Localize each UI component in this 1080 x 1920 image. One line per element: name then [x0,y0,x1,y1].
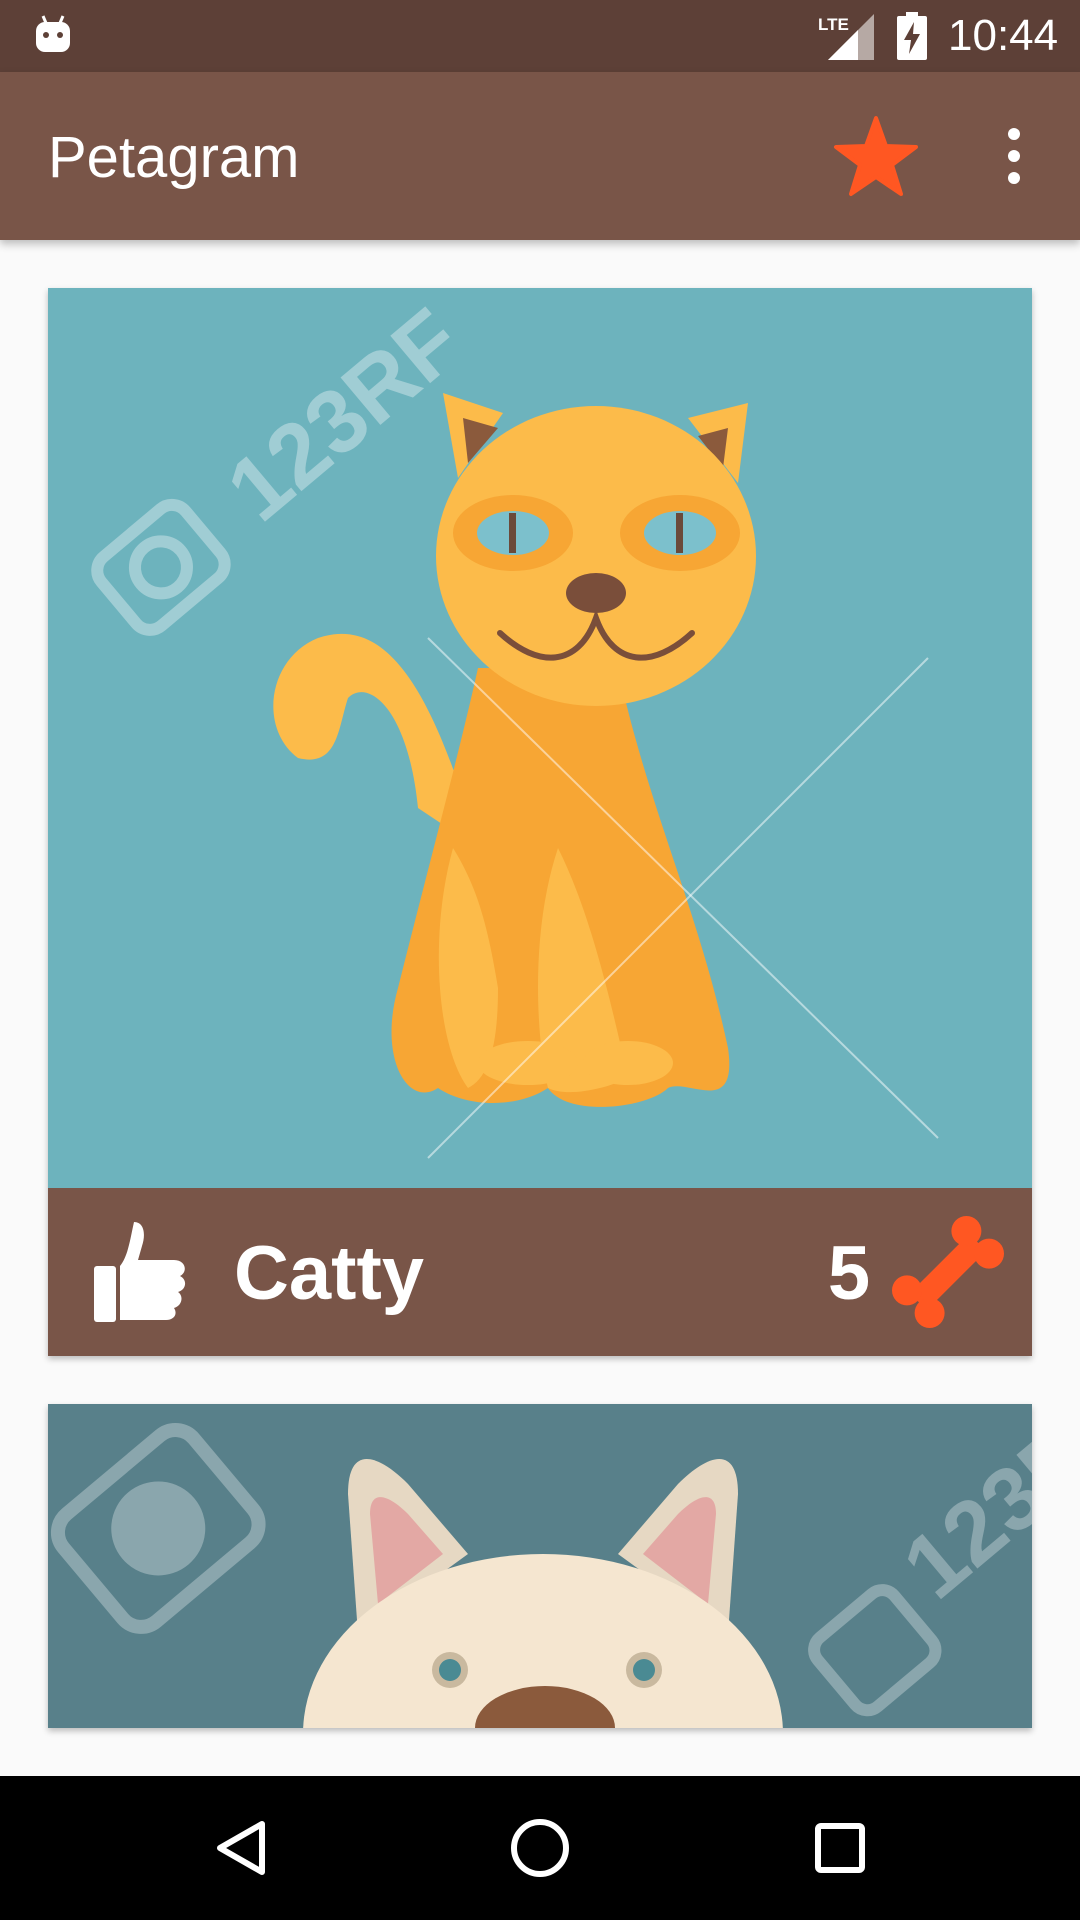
overflow-menu-icon [1008,128,1020,184]
like-button[interactable] [86,1216,196,1326]
app-bar: Petagram [0,72,1080,240]
status-bar: LTE 10:44 [0,0,1080,72]
overflow-menu-button[interactable] [994,124,1034,188]
bone-rating-icon [891,1215,1005,1329]
lte-signal-icon: LTE [818,14,874,60]
pet-photo: 123RF [48,1404,1032,1728]
recents-square-icon [815,1823,865,1873]
pet-card-footer: Catty 5 [48,1188,1032,1356]
navigation-bar [0,1776,1080,1920]
recents-button[interactable] [804,1812,876,1884]
like-count: 5 [827,1231,871,1316]
pet-name: Catty [234,1231,425,1316]
pet-card[interactable]: 123RF [48,288,1032,1356]
battery-charging-icon [896,12,928,60]
cat-illustration: 123RF [48,288,1032,1188]
pet-photo: 123RF [48,288,1032,1188]
bone-icon[interactable] [888,1212,1008,1332]
home-button[interactable] [504,1812,576,1884]
status-clock: 10:44 [948,11,1059,60]
favorites-star-button[interactable] [832,114,920,202]
back-button[interactable] [206,1812,278,1884]
thumbs-up-icon [94,1222,186,1322]
network-label: LTE [818,15,849,34]
android-icon [34,14,72,54]
app-title: Petagram [48,125,300,190]
home-circle-icon [511,1819,569,1877]
back-triangle-icon [217,1821,265,1875]
dog-illustration: 123RF [48,1404,1032,1728]
pet-card[interactable]: 123RF [48,1404,1032,1728]
star-icon [834,116,918,196]
